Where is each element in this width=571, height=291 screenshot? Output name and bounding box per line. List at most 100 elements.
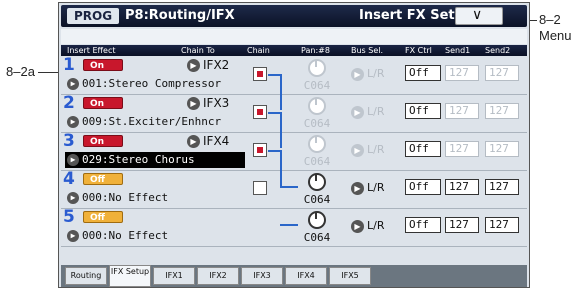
fx-ctrl-field[interactable]: Off [405, 179, 441, 195]
send2-field[interactable]: 127 [485, 217, 519, 233]
send1-field[interactable]: 127 [445, 103, 479, 119]
chain-wire [280, 74, 282, 110]
tab-routing[interactable]: Routing [65, 267, 107, 285]
header-pan: Pan:#8 [301, 46, 330, 55]
pan-value: C064 [303, 231, 331, 244]
send2-field[interactable]: 127 [485, 179, 519, 195]
bus-select[interactable]: ▶ L/R [351, 181, 384, 195]
bus-select[interactable]: ▶ L/R [351, 143, 384, 157]
arrow-right-icon: ▶ [187, 135, 200, 148]
tab-ifx5[interactable]: IFX5 [329, 267, 371, 285]
chevron-down-icon: ∨ [472, 7, 483, 23]
chain-cell [247, 171, 293, 207]
knob-icon [308, 211, 326, 229]
chain-checkbox[interactable] [253, 181, 267, 195]
send2-field[interactable]: 127 [485, 65, 519, 81]
effect-selector[interactable]: ▶ 029:Stereo Chorus [65, 152, 245, 168]
send2-field[interactable]: 127 [485, 103, 519, 119]
bus-select[interactable]: ▶ L/R [351, 219, 384, 233]
header-chain: Chain [247, 46, 270, 55]
chain-to-selector[interactable]: ▶ IFX3 [187, 96, 229, 110]
pan-value: C064 [303, 117, 331, 130]
ifx-onoff-button[interactable]: On [83, 135, 123, 147]
header-fx-ctrl: FX Ctrl [405, 46, 432, 55]
pan-control[interactable]: C064 [299, 59, 335, 92]
ifx-onoff-button[interactable]: On [83, 97, 123, 109]
page-tab-bar: Routing IFX Setup IFX1 IFX2 IFX3 IFX4 IF… [61, 265, 527, 287]
effect-name: 000:No Effect [82, 229, 169, 242]
arrow-right-icon: ▶ [67, 154, 79, 166]
slot-number: 5 [63, 207, 75, 227]
chain-checkbox[interactable] [253, 143, 267, 157]
effect-selector[interactable]: ▶ 001:Stereo Compressor [65, 76, 245, 92]
chain-wire [280, 112, 282, 148]
fx-ctrl-field[interactable]: Off [405, 103, 441, 119]
ifx-onoff-button[interactable]: Off [83, 211, 123, 223]
chain-wire [280, 224, 298, 226]
menu-callout-number: 8–2 [539, 12, 561, 27]
pan-control[interactable]: C064 [299, 135, 335, 168]
arrow-right-icon: ▶ [67, 192, 79, 204]
page-title: P8:Routing/IFX [125, 8, 235, 23]
column-header: Insert Effect Chain To Chain Pan:#8 Bus … [61, 45, 527, 56]
slot1-callout-label: 8–2a [6, 64, 35, 79]
ifx-slot-1: 1 On ▶ IFX2 ▶ 001:Stereo Compressor C064 ▶… [61, 57, 527, 95]
ifx-onoff-button[interactable]: On [83, 59, 123, 71]
chain-to-selector[interactable]: ▶ IFX4 [187, 134, 229, 148]
pan-control[interactable]: C064 [299, 211, 335, 244]
chain-to-selector[interactable]: ▶ IFX2 [187, 58, 229, 72]
ifx-slot-4: 4 Off ▶ 000:No Effect C064 ▶ L/R Off 127 1… [61, 171, 527, 209]
pan-control[interactable]: C064 [299, 97, 335, 130]
ifx-onoff-button[interactable]: Off [83, 173, 123, 185]
effect-name: 009:St.Exciter/Enhncr [82, 115, 222, 128]
send1-field[interactable]: 127 [445, 141, 479, 157]
bus-select[interactable]: ▶ L/R [351, 67, 384, 81]
send1-field[interactable]: 127 [445, 65, 479, 81]
chain-checkbox[interactable] [253, 67, 267, 81]
fx-ctrl-field[interactable]: Off [405, 141, 441, 157]
tab-ifx1[interactable]: IFX1 [153, 267, 195, 285]
header-send1: Send1 [445, 46, 471, 55]
effect-selector[interactable]: ▶ 000:No Effect [65, 228, 245, 244]
bus-value: L/R [367, 67, 385, 80]
ifx-slot-5: 5 Off ▶ 000:No Effect C064 ▶ L/R Off 127 1… [61, 209, 527, 247]
knob-icon [308, 173, 326, 191]
chain-checkbox[interactable] [253, 105, 267, 119]
effect-name: 029:Stereo Chorus [82, 153, 195, 166]
arrow-right-icon: ▶ [351, 219, 364, 233]
header-bus-sel: Bus Sel. [351, 46, 384, 55]
bus-select[interactable]: ▶ L/R [351, 105, 384, 119]
slot-number: 3 [63, 131, 75, 151]
knob-icon [308, 135, 326, 153]
slot1-callout-leader [38, 72, 60, 73]
send1-field[interactable]: 127 [445, 217, 479, 233]
pan-control[interactable]: C064 [299, 173, 335, 206]
tab-ifx3[interactable]: IFX3 [241, 267, 283, 285]
pan-value: C064 [303, 193, 331, 206]
arrow-right-icon: ▶ [351, 143, 364, 157]
fx-ctrl-field[interactable]: Off [405, 217, 441, 233]
tab-ifx-setup[interactable]: IFX Setup [109, 265, 151, 287]
effect-selector[interactable]: ▶ 009:St.Exciter/Enhncr [65, 114, 245, 130]
menu-callout-label: Menu [539, 28, 571, 43]
bus-value: L/R [367, 105, 385, 118]
chain-to-value: IFX3 [203, 96, 230, 110]
send2-field[interactable]: 127 [485, 141, 519, 157]
tab-ifx4[interactable]: IFX4 [285, 267, 327, 285]
effect-selector[interactable]: ▶ 000:No Effect [65, 190, 245, 206]
send1-field[interactable]: 127 [445, 179, 479, 195]
fx-ctrl-field[interactable]: Off [405, 65, 441, 81]
mode-indicator: PROG [67, 8, 119, 24]
arrow-right-icon: ▶ [67, 230, 79, 242]
arrow-right-icon: ▶ [187, 59, 200, 72]
tab-ifx2[interactable]: IFX2 [197, 267, 239, 285]
arrow-right-icon: ▶ [67, 78, 79, 90]
arrow-right-icon: ▶ [351, 181, 364, 195]
bus-value: L/R [367, 219, 385, 232]
bus-value: L/R [367, 181, 385, 194]
bus-value: L/R [367, 143, 385, 156]
slot-number: 4 [63, 169, 75, 189]
header-spacer [61, 29, 527, 44]
effect-name: 001:Stereo Compressor [82, 77, 222, 90]
page-menu-button[interactable]: ∨ [455, 7, 503, 25]
